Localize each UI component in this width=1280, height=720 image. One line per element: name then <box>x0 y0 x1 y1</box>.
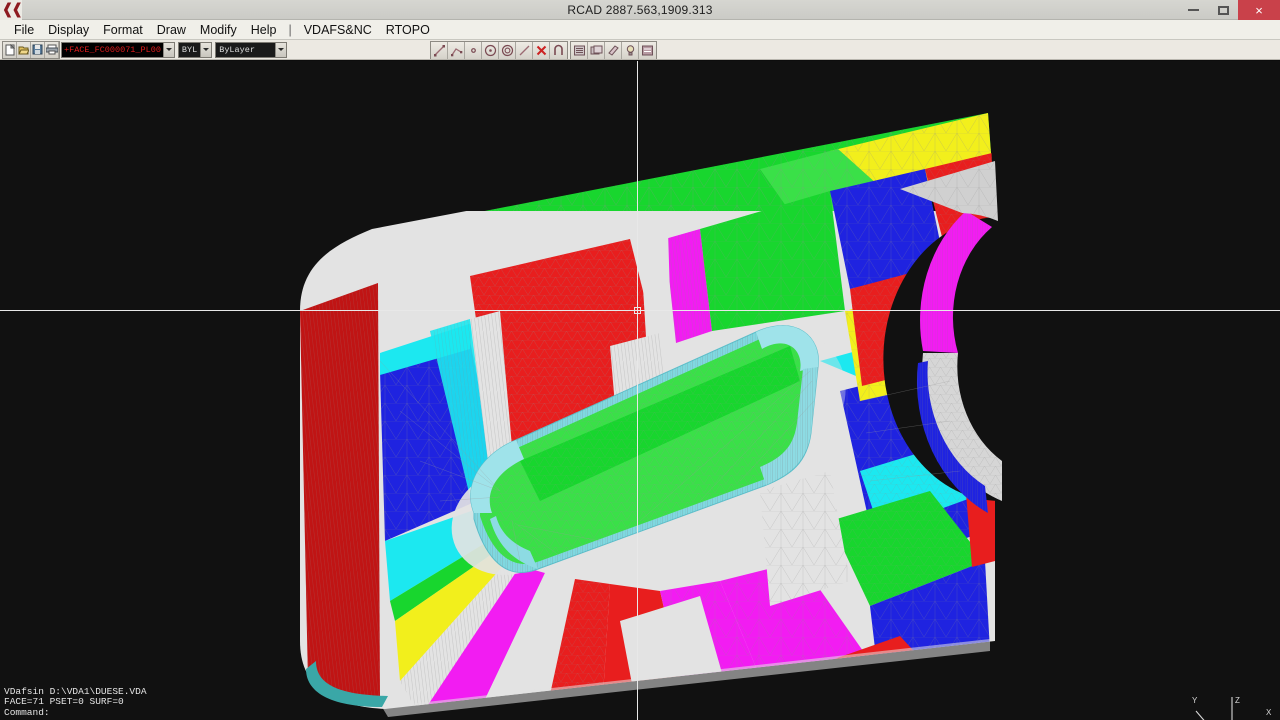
command-prompt[interactable]: Command: <box>4 707 416 719</box>
erase-icon[interactable] <box>533 41 550 59</box>
new-file-icon[interactable] <box>3 41 17 58</box>
circle-icon[interactable] <box>482 41 499 59</box>
title-bar: ❰❰ RCAD 2887.563,1909.313 × <box>0 0 1280 20</box>
window-title: RCAD 2887.563,1909.313 <box>567 2 713 17</box>
drawing-canvas[interactable]: VDafsin D:\VDA1\DUESE.VDA FACE=71 PSET=0… <box>0 61 1280 720</box>
command-line-2: FACE=71 PSET=0 SURF=0 <box>4 696 124 707</box>
polyline-icon[interactable] <box>448 41 465 59</box>
layer-combo[interactable]: +FACE_FC000071_PL00 <box>61 41 175 58</box>
light-icon[interactable] <box>622 41 639 59</box>
circle-center-icon[interactable] <box>499 41 516 59</box>
layer-name-value: +FACE_FC000071_PL00 <box>64 44 161 55</box>
save-file-icon[interactable] <box>31 41 45 58</box>
render-icon[interactable] <box>639 41 656 59</box>
linetype-dropdown-arrow[interactable] <box>275 42 287 57</box>
crosshair-vertical <box>637 61 638 720</box>
snap-icon[interactable] <box>550 41 567 59</box>
linetype-value: ByLayer <box>219 44 255 55</box>
linetype-combo[interactable]: ByLayer <box>215 41 288 58</box>
file-toolbar-group <box>2 40 60 59</box>
open-file-icon[interactable] <box>17 41 31 58</box>
axis-label-x: X <box>1266 708 1272 717</box>
maximize-button[interactable] <box>1208 0 1238 20</box>
cursor-pickbox <box>634 307 641 314</box>
layer-dropdown-arrow[interactable] <box>162 42 174 57</box>
close-button[interactable]: × <box>1238 0 1280 20</box>
draw-toolbar-group <box>430 41 568 59</box>
axis-label-y: Y <box>1192 696 1198 705</box>
color-select-icon[interactable] <box>605 41 622 59</box>
print-icon[interactable] <box>45 41 59 58</box>
color-combo[interactable]: BYL <box>177 41 213 58</box>
command-line-area[interactable]: VDafsin D:\VDA1\DUESE.VDA FACE=71 PSET=0… <box>0 685 420 720</box>
property-toolbar-group <box>570 41 657 59</box>
window-controls: × <box>1178 0 1280 20</box>
menu-item-rtopo[interactable]: RTOPO <box>379 21 437 39</box>
color-value: BYL <box>181 44 198 55</box>
menu-item-modify[interactable]: Modify <box>193 21 244 39</box>
menu-item-file[interactable]: File <box>7 21 41 39</box>
menu-bar: File Display Format Draw Modify Help | V… <box>0 20 1280 40</box>
axis-triad: Y Z X <box>1192 696 1272 720</box>
minimize-button[interactable] <box>1178 0 1208 20</box>
menu-separator: | <box>288 22 292 37</box>
layer-properties-icon[interactable] <box>588 41 605 59</box>
menu-item-display[interactable]: Display <box>41 21 96 39</box>
menu-item-format[interactable]: Format <box>96 21 150 39</box>
arc-icon[interactable] <box>516 41 533 59</box>
layer-list-icon[interactable] <box>571 41 588 59</box>
line-icon[interactable] <box>431 41 448 59</box>
app-logo-icon: ❰❰ <box>0 0 24 20</box>
menu-item-help[interactable]: Help <box>244 21 284 39</box>
color-dropdown-arrow[interactable] <box>200 42 212 57</box>
menu-item-vdafs-nc[interactable]: VDAFS&NC <box>297 21 379 39</box>
cad-model-viewport[interactable] <box>0 61 1280 720</box>
axis-label-z: Z <box>1235 696 1240 705</box>
menu-item-draw[interactable]: Draw <box>150 21 193 39</box>
point-icon[interactable] <box>465 41 482 59</box>
